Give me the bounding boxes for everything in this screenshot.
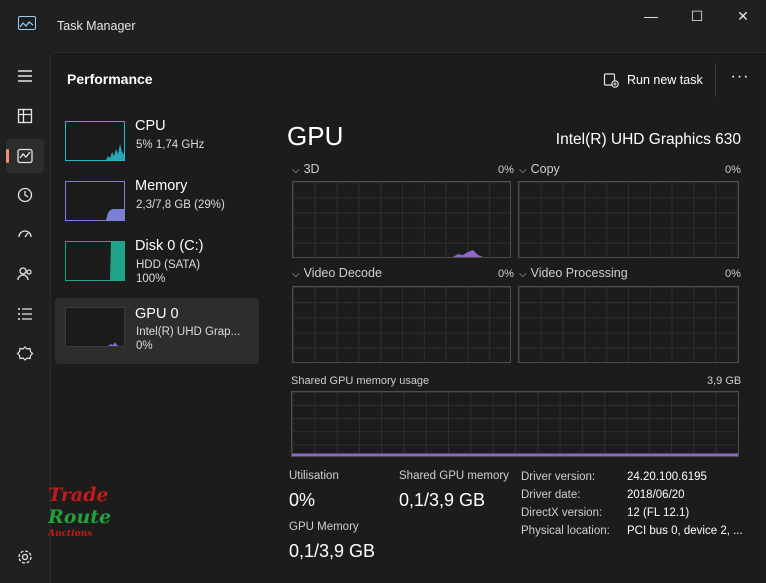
device-name: Disk 0 (C:) <box>135 238 204 254</box>
details-icon <box>18 308 32 320</box>
device-detail: 2,3/7,8 GB (29%) <box>136 199 225 211</box>
device-item-gpu[interactable]: GPU 0 Intel(R) UHD Grap... 0% <box>55 298 259 364</box>
more-icon: ··· <box>730 68 750 85</box>
chevron-down-icon: ⌵ <box>519 165 527 176</box>
gpu-title: GPU <box>287 121 344 151</box>
watermark-logo: Trade Route Auctions <box>48 484 118 548</box>
directx-version-value: 12 (FL 12.1) <box>627 507 690 519</box>
shared-memory-graph-label: Shared GPU memory usage <box>291 375 430 387</box>
settings-icon <box>18 550 32 564</box>
directx-version-label: DirectX version: <box>521 507 603 519</box>
main-panel: Performance Run new task ··· CPU 5% 1,74… <box>50 52 766 583</box>
disk-thumbnail-graph <box>65 241 125 281</box>
graph-video-decode-percent: 0% <box>498 268 514 280</box>
device-usage: 0% <box>136 340 153 352</box>
nav-details[interactable] <box>6 297 44 331</box>
graph-video-processing-label[interactable]: ⌵ Video Processing <box>519 266 628 280</box>
watermark-line-1: Trade <box>48 484 109 506</box>
run-new-task-button[interactable]: Run new task <box>603 66 703 94</box>
driver-version-label: Driver version: <box>521 471 596 483</box>
driver-version-value: 24.20.100.6195 <box>627 471 707 483</box>
minimize-button[interactable]: — <box>628 6 674 28</box>
nav-processes[interactable] <box>6 99 44 133</box>
graph-3d-label[interactable]: ⌵ 3D <box>292 162 320 176</box>
physical-location-label: Physical location: <box>521 525 610 537</box>
minimize-icon: — <box>644 8 658 24</box>
device-item-disk[interactable]: Disk 0 (C:) HDD (SATA) 100% <box>55 238 259 304</box>
header-divider <box>715 63 716 97</box>
device-usage: 100% <box>136 273 166 285</box>
nav-menu-button[interactable] <box>6 59 44 93</box>
shared-gpu-memory-label: Shared GPU memory <box>399 470 509 482</box>
physical-location-value: PCI bus 0, device 2, ... <box>627 525 743 537</box>
gpu-model-name: Intel(R) UHD Graphics 630 <box>555 131 741 148</box>
app-history-icon <box>17 187 33 203</box>
more-options-button[interactable]: ··· <box>727 67 753 93</box>
device-name: CPU <box>135 118 166 134</box>
services-icon <box>16 346 34 361</box>
graph-video-decode <box>292 286 511 363</box>
chevron-down-icon: ⌵ <box>519 269 527 280</box>
nav-startup-apps[interactable] <box>6 218 44 252</box>
device-detail: 5% 1,74 GHz <box>136 139 205 151</box>
watermark-line-2: Route <box>48 506 112 528</box>
device-item-cpu[interactable]: CPU 5% 1,74 GHz <box>55 118 259 184</box>
chevron-down-icon: ⌵ <box>292 165 300 176</box>
nav-performance[interactable] <box>6 139 44 173</box>
shared-memory-graph-max: 3,9 GB <box>707 375 742 387</box>
processes-icon <box>17 108 33 124</box>
device-name: GPU 0 <box>135 306 179 322</box>
memory-thumbnail-graph <box>65 181 125 221</box>
nav-users[interactable] <box>6 257 44 291</box>
shared-gpu-memory-value: 0,1/3,9 GB <box>399 490 486 510</box>
graph-3d-percent: 0% <box>498 164 514 176</box>
close-button[interactable]: ✕ <box>720 6 766 28</box>
maximize-icon: ☐ <box>690 8 704 24</box>
driver-date-value: 2018/06/20 <box>627 489 685 501</box>
hamburger-menu-icon <box>18 70 32 82</box>
gpu-memory-label: GPU Memory <box>289 521 359 533</box>
users-icon <box>17 267 32 281</box>
nav-app-history[interactable] <box>6 178 44 212</box>
side-navigation <box>0 52 50 583</box>
device-name: Memory <box>135 178 188 194</box>
gpu-memory-value: 0,1/3,9 GB <box>289 541 376 561</box>
performance-icon <box>17 148 33 164</box>
run-new-task-label: Run new task <box>627 73 703 87</box>
nav-services[interactable] <box>6 337 44 371</box>
graph-3d <box>292 181 511 258</box>
task-manager-app-icon <box>18 16 36 30</box>
run-new-task-icon <box>603 73 619 88</box>
utilisation-label: Utilisation <box>289 470 339 482</box>
cpu-thumbnail-graph <box>65 121 125 161</box>
graph-video-processing-percent: 0% <box>725 268 741 280</box>
graph-video-processing <box>518 286 739 363</box>
driver-date-label: Driver date: <box>521 489 581 501</box>
close-icon: ✕ <box>737 8 749 24</box>
watermark-line-3: Auctions <box>48 529 93 539</box>
nav-settings[interactable] <box>6 540 44 574</box>
window-title: Task Manager <box>57 19 136 33</box>
graph-copy-percent: 0% <box>725 164 741 176</box>
shared-memory-graph <box>291 391 739 457</box>
chevron-down-icon: ⌵ <box>292 269 300 280</box>
page-title: Performance <box>67 71 153 87</box>
device-detail: Intel(R) UHD Grap... <box>136 326 241 338</box>
graph-copy <box>518 181 739 258</box>
graph-video-decode-label[interactable]: ⌵ Video Decode <box>292 266 382 280</box>
device-item-memory[interactable]: Memory 2,3/7,8 GB (29%) <box>55 178 259 244</box>
gpu-thumbnail-graph <box>65 307 125 347</box>
startup-apps-icon <box>18 230 32 238</box>
maximize-button[interactable]: ☐ <box>674 6 720 28</box>
device-detail: HDD (SATA) <box>136 259 201 271</box>
title-bar: Task Manager — ☐ ✕ <box>0 0 766 52</box>
graph-copy-label[interactable]: ⌵ Copy <box>519 162 560 176</box>
utilisation-value: 0% <box>289 490 316 510</box>
